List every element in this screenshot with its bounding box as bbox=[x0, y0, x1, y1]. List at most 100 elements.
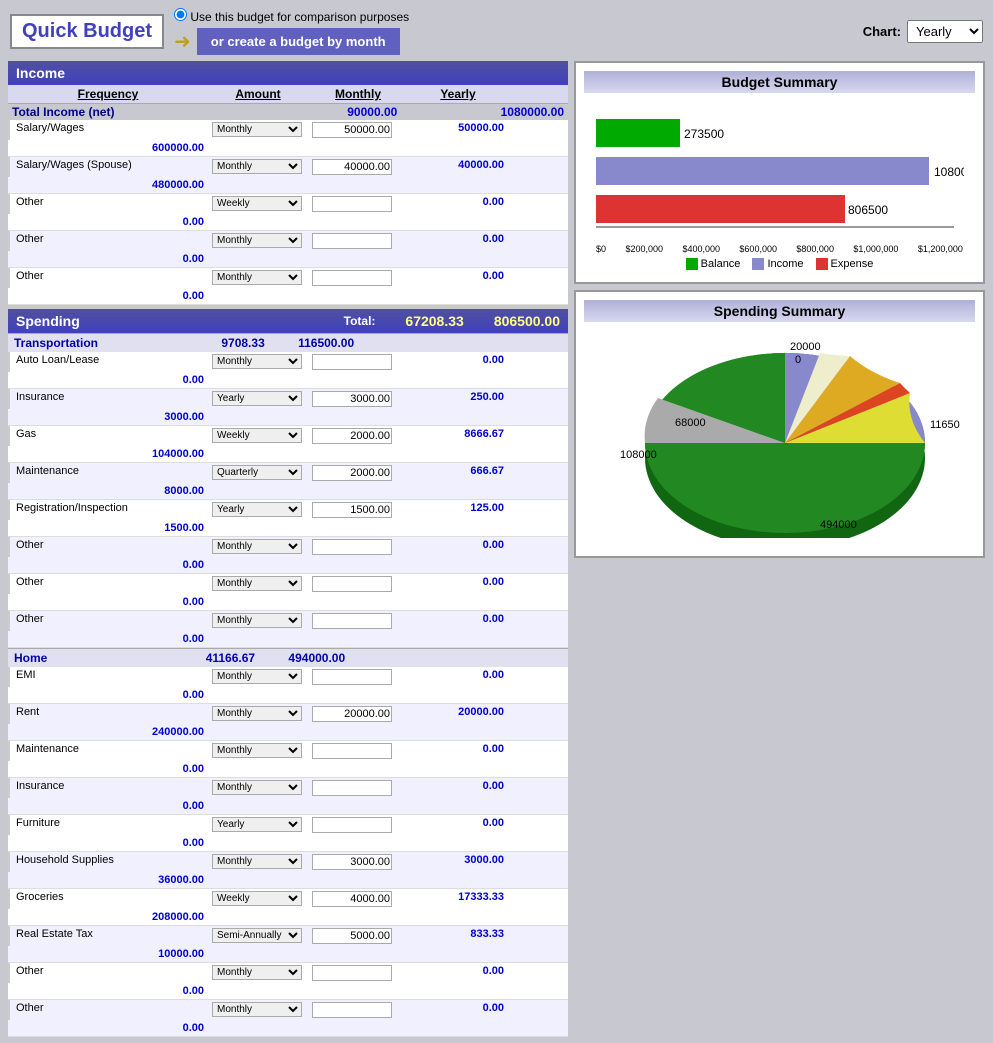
frequency-select[interactable]: MonthlyWeeklyYearlyQuarterlySemi-Annuall… bbox=[212, 270, 302, 285]
yearly-value: 240000.00 bbox=[8, 724, 208, 740]
amount-input[interactable] bbox=[312, 743, 392, 759]
row-name: Maintenance bbox=[8, 741, 208, 761]
amount-input[interactable] bbox=[312, 669, 392, 685]
frequency-select[interactable]: MonthlyWeeklyYearlyQuarterlySemi-Annuall… bbox=[212, 196, 302, 211]
transport-rows: Auto Loan/LeaseMonthlyWeeklyYearlyQuarte… bbox=[8, 352, 568, 648]
table-row: OtherMonthlyWeeklyYearlyQuarterlySemi-An… bbox=[8, 194, 568, 231]
frequency-select[interactable]: MonthlyWeeklyYearlyQuarterlySemi-Annuall… bbox=[212, 891, 302, 906]
pie-label-494000: 494000 bbox=[820, 519, 857, 531]
col-yearly: Yearly bbox=[408, 87, 508, 101]
frequency-select[interactable]: MonthlyWeeklyYearlyQuarterlySemi-Annuall… bbox=[212, 1002, 302, 1017]
legend-expense-label: Expense bbox=[831, 258, 874, 270]
frequency-select[interactable]: MonthlyWeeklyYearlyQuarterlySemi-Annuall… bbox=[212, 576, 302, 591]
spending-total-monthly: 67208.33 bbox=[405, 313, 463, 329]
amount-input[interactable] bbox=[312, 391, 392, 407]
table-row: InsuranceMonthlyWeeklyYearlyQuarterlySem… bbox=[8, 389, 568, 426]
transportation-header: Transportation 9708.33 116500.00 bbox=[8, 333, 568, 352]
income-bar bbox=[596, 157, 929, 185]
frequency-select[interactable]: MonthlyWeeklyYearlyQuarterlySemi-Annuall… bbox=[212, 817, 302, 832]
amount-input[interactable] bbox=[312, 428, 392, 444]
row-name: Other bbox=[8, 537, 208, 557]
frequency-select[interactable]: MonthlyWeeklyYearlyQuarterlySemi-Annuall… bbox=[212, 743, 302, 758]
left-panel: Income Frequency Amount Monthly Yearly T… bbox=[8, 61, 568, 1037]
amount-input[interactable] bbox=[312, 928, 392, 944]
row-name: Real Estate Tax bbox=[8, 926, 208, 946]
yearly-value: 0.00 bbox=[8, 251, 208, 267]
transportation-section: Transportation 9708.33 116500.00 Auto Lo… bbox=[8, 333, 568, 648]
axis-800k: $800,000 bbox=[796, 244, 834, 254]
frequency-select[interactable]: MonthlyWeeklyYearlyQuarterlySemi-Annuall… bbox=[212, 233, 302, 248]
monthly-value: 0.00 bbox=[408, 741, 508, 761]
comparison-radio[interactable] bbox=[174, 8, 187, 21]
frequency-select[interactable]: MonthlyWeeklyYearlyQuarterlySemi-Annuall… bbox=[212, 539, 302, 554]
table-row: Other MonthlyWeeklyYearlyQuarterlySemi-An… bbox=[8, 537, 568, 574]
frequency-select[interactable]: MonthlyWeeklyYearlyQuarterlySemi-Annuall… bbox=[212, 465, 302, 480]
frequency-select[interactable]: MonthlyWeeklyYearlyQuarterlySemi-Annuall… bbox=[212, 928, 302, 943]
row-name: Furniture bbox=[8, 815, 208, 835]
amount-input[interactable] bbox=[312, 780, 392, 796]
frequency-select[interactable]: MonthlyWeeklyYearlyQuarterlySemi-Annuall… bbox=[212, 854, 302, 869]
pie-label-116500: 116500 bbox=[930, 419, 960, 431]
frequency-select[interactable]: MonthlyWeeklyYearlyQuarterlySemi-Annuall… bbox=[212, 428, 302, 443]
frequency-select[interactable]: MonthlyWeeklyYearlyQuarterlySemi-Annuall… bbox=[212, 391, 302, 406]
table-row: OtherMonthlyWeeklyYearlyQuarterlySemi-An… bbox=[8, 574, 568, 611]
amount-input[interactable] bbox=[312, 539, 392, 555]
monthly-value: 0.00 bbox=[408, 611, 508, 631]
legend-expense: Expense bbox=[816, 258, 874, 270]
row-name: Groceries bbox=[8, 889, 208, 909]
spending-header: Spending Total: 67208.33 806500.00 bbox=[8, 309, 568, 333]
income-total-monthly: 90000.00 bbox=[266, 104, 402, 120]
amount-input[interactable] bbox=[312, 465, 392, 481]
monthly-value: 666.67 bbox=[408, 463, 508, 483]
chart-type-select[interactable]: Yearly Monthly bbox=[907, 20, 983, 43]
monthly-value: 0.00 bbox=[408, 778, 508, 798]
amount-input[interactable] bbox=[312, 233, 392, 249]
frequency-select[interactable]: MonthlyWeeklyYearlyQuarterlySemi-Annuall… bbox=[212, 354, 302, 369]
frequency-select[interactable]: MonthlyWeeklyYearlyQuarterlySemi-Annuall… bbox=[212, 965, 302, 980]
table-row: Real Estate Tax MonthlyWeeklyYearlyQuarte… bbox=[8, 926, 568, 963]
amount-input[interactable] bbox=[312, 613, 392, 629]
monthly-value: 3000.00 bbox=[408, 852, 508, 872]
amount-input[interactable] bbox=[312, 196, 392, 212]
frequency-select[interactable]: MonthlyWeeklyYearlyQuarterlySemi-Annuall… bbox=[212, 122, 302, 137]
monthly-value: 0.00 bbox=[408, 963, 508, 983]
col-amount: Amount bbox=[208, 87, 308, 101]
frequency-select[interactable]: MonthlyWeeklyYearlyQuarterlySemi-Annuall… bbox=[212, 613, 302, 628]
transport-yearly: 116500.00 bbox=[298, 336, 354, 350]
amount-input[interactable] bbox=[312, 891, 392, 907]
legend-income-color bbox=[752, 258, 764, 270]
frequency-select[interactable]: MonthlyWeeklyYearlyQuarterlySemi-Annuall… bbox=[212, 669, 302, 684]
expense-bar bbox=[596, 195, 845, 223]
amount-input[interactable] bbox=[312, 854, 392, 870]
frequency-select[interactable]: MonthlyWeeklyYearlyQuarterlySemi-Annuall… bbox=[212, 159, 302, 174]
create-budget-button[interactable]: or create a budget by month bbox=[197, 28, 400, 55]
row-name: Insurance bbox=[8, 778, 208, 798]
legend-income: Income bbox=[752, 258, 803, 270]
table-row: Groceries MonthlyWeeklyYearlyQuarterlySem… bbox=[8, 889, 568, 926]
yearly-value: 3000.00 bbox=[8, 409, 208, 425]
spending-summary-chart: Spending Summary bbox=[574, 290, 985, 558]
balance-bar bbox=[596, 119, 680, 147]
frequency-select[interactable]: MonthlyWeeklyYearlyQuarterlySemi-Annuall… bbox=[212, 706, 302, 721]
frequency-select[interactable]: MonthlyWeeklyYearlyQuarterlySemi-Annuall… bbox=[212, 502, 302, 517]
amount-input[interactable] bbox=[312, 159, 392, 175]
table-row: MaintenanceMonthlyWeeklyYearlyQuarterlyS… bbox=[8, 463, 568, 500]
radio-option[interactable]: Use this budget for comparison purposes bbox=[174, 8, 409, 24]
row-name: Other bbox=[8, 231, 208, 251]
monthly-value: 40000.00 bbox=[408, 157, 508, 177]
amount-input[interactable] bbox=[312, 965, 392, 981]
yearly-value: 208000.00 bbox=[8, 909, 208, 925]
amount-input[interactable] bbox=[312, 817, 392, 833]
amount-input[interactable] bbox=[312, 354, 392, 370]
amount-input[interactable] bbox=[312, 502, 392, 518]
income-total-yearly: 1080000.00 bbox=[401, 104, 568, 120]
amount-input[interactable] bbox=[312, 576, 392, 592]
home-header: Home 41166.67 494000.00 bbox=[8, 648, 568, 667]
table-row: Furniture MonthlyWeeklyYearlyQuarterlySem… bbox=[8, 815, 568, 852]
amount-input[interactable] bbox=[312, 122, 392, 138]
amount-input[interactable] bbox=[312, 270, 392, 286]
amount-input[interactable] bbox=[312, 706, 392, 722]
amount-input[interactable] bbox=[312, 1002, 392, 1018]
frequency-select[interactable]: MonthlyWeeklyYearlyQuarterlySemi-Annuall… bbox=[212, 780, 302, 795]
monthly-value: 0.00 bbox=[408, 1000, 508, 1020]
